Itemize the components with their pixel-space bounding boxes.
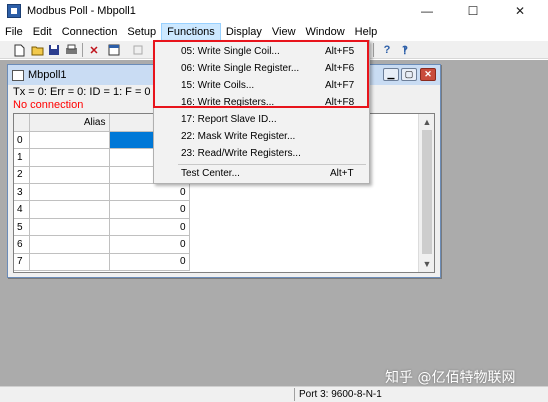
menu-view[interactable]: View bbox=[267, 23, 301, 41]
row-index: 2 bbox=[14, 166, 30, 185]
alias-cell[interactable] bbox=[29, 183, 110, 202]
row-index: 5 bbox=[14, 218, 30, 237]
menu-setup[interactable]: Setup bbox=[122, 23, 161, 41]
context-help-icon[interactable]: ‽ bbox=[398, 43, 412, 57]
connection-status-text: No connection bbox=[13, 99, 84, 111]
alias-cell[interactable] bbox=[29, 200, 110, 219]
alias-cell[interactable] bbox=[29, 166, 110, 185]
toolbar-separator bbox=[373, 43, 374, 57]
window-icon[interactable] bbox=[107, 43, 121, 57]
child-close-button[interactable]: ✕ bbox=[420, 68, 436, 81]
alias-cell[interactable] bbox=[29, 218, 110, 237]
vertical-scrollbar[interactable]: ▲ ▼ bbox=[418, 114, 434, 272]
scroll-thumb[interactable] bbox=[422, 130, 432, 254]
status-bar: Port 3: 9600-8-N-1 bbox=[0, 386, 548, 402]
value-cell[interactable]: 0 bbox=[109, 218, 190, 237]
menu-item-mask-write-register[interactable]: 22: Mask Write Register... bbox=[154, 128, 369, 145]
disconnect-icon[interactable] bbox=[131, 43, 145, 57]
menu-edit[interactable]: Edit bbox=[28, 23, 57, 41]
close-button[interactable]: ✕ bbox=[497, 0, 543, 22]
table-row[interactable]: 5 0 bbox=[14, 218, 190, 237]
table-row[interactable]: 3 0 bbox=[14, 183, 190, 202]
port-status: Port 3: 9600-8-N-1 bbox=[294, 388, 534, 401]
child-title: Mbpoll1 bbox=[28, 69, 67, 81]
table-row[interactable]: 4 0 bbox=[14, 200, 190, 219]
table-row[interactable]: 7 0 bbox=[14, 253, 190, 272]
menu-help[interactable]: Help bbox=[350, 23, 383, 41]
help-icon[interactable]: ? bbox=[380, 43, 394, 57]
alias-cell[interactable] bbox=[29, 235, 110, 254]
delete-icon[interactable]: ✕ bbox=[87, 43, 101, 57]
menu-file[interactable]: File bbox=[0, 23, 28, 41]
app-icon bbox=[7, 4, 21, 18]
poll-status-text: Tx = 0: Err = 0: ID = 1: F = 0 bbox=[13, 86, 151, 98]
menu-item-report-slave-id[interactable]: 17: Report Slave ID... bbox=[154, 111, 369, 128]
alias-cell[interactable] bbox=[29, 148, 110, 167]
menu-display[interactable]: Display bbox=[221, 23, 267, 41]
value-cell[interactable]: 0 bbox=[109, 235, 190, 254]
new-file-icon[interactable] bbox=[12, 43, 26, 57]
row-index: 3 bbox=[14, 183, 30, 202]
row-index: 4 bbox=[14, 200, 30, 219]
highlight-annotation-box bbox=[153, 40, 369, 108]
print-icon[interactable] bbox=[64, 43, 78, 57]
grid-corner-cell bbox=[14, 114, 30, 132]
value-cell[interactable]: 0 bbox=[109, 183, 190, 202]
alias-column-header: Alias bbox=[29, 114, 110, 132]
window-title: Modbus Poll - Mbpoll1 bbox=[27, 5, 136, 17]
open-folder-icon[interactable] bbox=[30, 43, 44, 57]
menu-window[interactable]: Window bbox=[301, 23, 350, 41]
minimize-button[interactable]: — bbox=[404, 0, 450, 22]
menu-bar: File Edit Connection Setup Functions Dis… bbox=[0, 23, 548, 41]
row-index: 0 bbox=[14, 131, 30, 150]
child-window-icon bbox=[12, 69, 24, 81]
scroll-down-icon[interactable]: ▼ bbox=[419, 257, 435, 271]
child-maximize-button[interactable]: ▢ bbox=[401, 68, 417, 81]
value-cell[interactable]: 0 bbox=[109, 253, 190, 272]
scroll-up-icon[interactable]: ▲ bbox=[419, 115, 435, 129]
menu-item-test-center[interactable]: Test Center... Alt+T bbox=[154, 165, 369, 182]
row-index: 6 bbox=[14, 235, 30, 254]
row-index: 1 bbox=[14, 148, 30, 167]
title-bar: Modbus Poll - Mbpoll1 — ☐ ✕ bbox=[0, 0, 548, 22]
menu-connection[interactable]: Connection bbox=[57, 23, 123, 41]
alias-cell[interactable] bbox=[29, 131, 110, 150]
menu-item-read-write-registers[interactable]: 23: Read/Write Registers... bbox=[154, 145, 369, 162]
table-row[interactable]: 6 0 bbox=[14, 235, 190, 254]
toolbar-separator bbox=[82, 43, 83, 57]
menu-functions[interactable]: Functions bbox=[161, 23, 221, 41]
alias-cell[interactable] bbox=[29, 253, 110, 272]
value-cell[interactable]: 0 bbox=[109, 200, 190, 219]
child-minimize-button[interactable]: ▁ bbox=[383, 68, 399, 81]
watermark-text: 知乎 @亿佰特物联网 bbox=[385, 370, 516, 386]
save-icon[interactable] bbox=[47, 43, 61, 57]
row-index: 7 bbox=[14, 253, 30, 272]
maximize-button[interactable]: ☐ bbox=[450, 0, 496, 22]
